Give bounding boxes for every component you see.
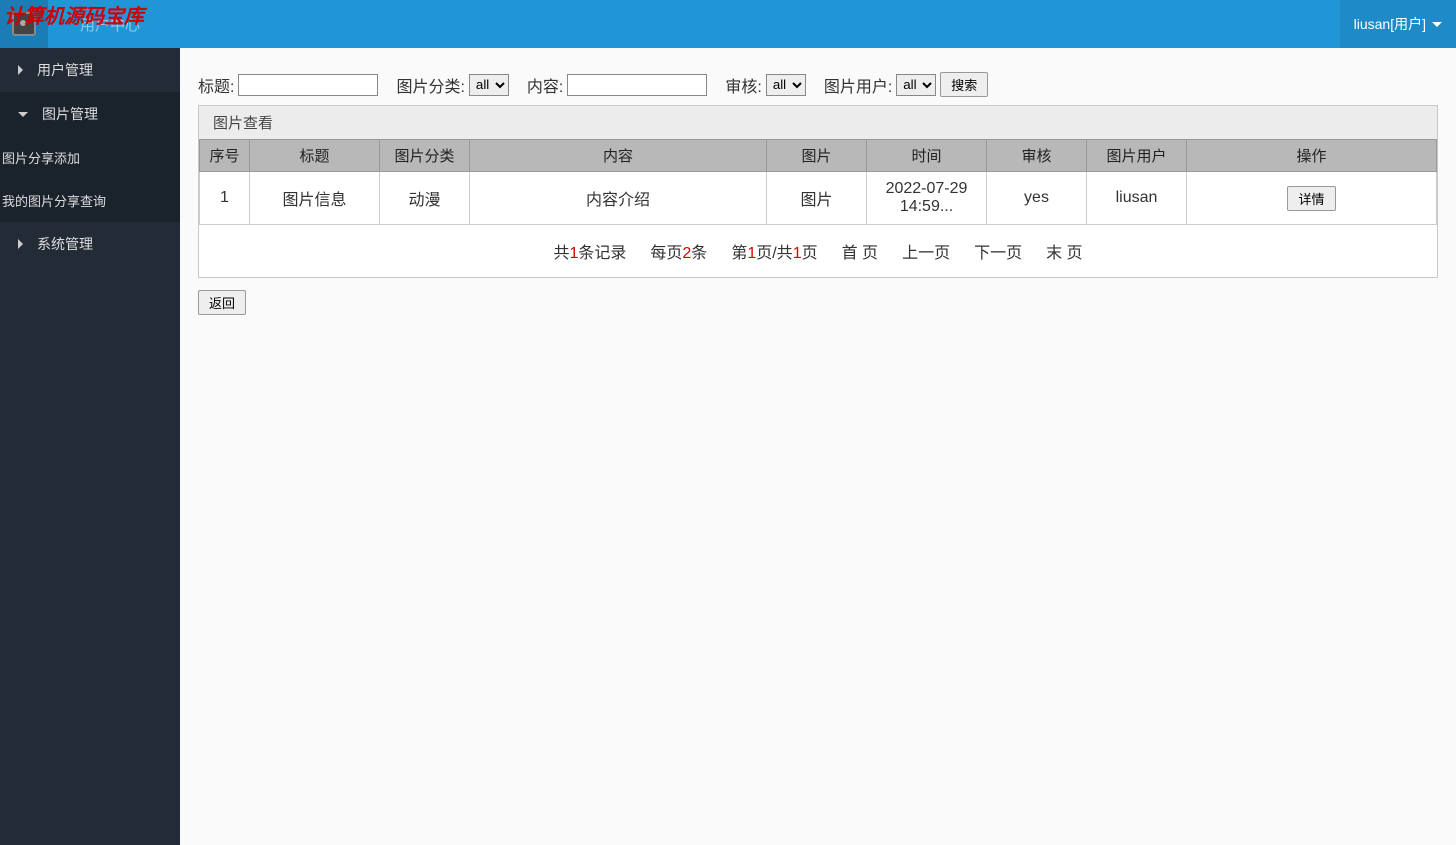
cell-user: liusan (1087, 172, 1187, 225)
detail-button[interactable]: 详情 (1287, 186, 1335, 211)
results-panel: 图片查看 序号 标题 图片分类 内容 图片 时间 审核 图片用户 操作 (198, 105, 1438, 278)
cell-action: 详情 (1187, 172, 1437, 225)
filter-user-label: 图片用户: (824, 73, 892, 97)
filter-title-label: 标题: (198, 73, 234, 97)
cell-category: 动漫 (380, 172, 470, 225)
sidebar-item-label: 用户管理 (37, 60, 93, 80)
sidebar-sub-image-query[interactable]: 我的图片分享查询 (0, 179, 180, 222)
sidebar-sub-image-add[interactable]: 图片分享添加 (0, 136, 180, 179)
pager-page: 第1页/共1页 (731, 239, 817, 263)
cell-image: 图片 (767, 172, 867, 225)
user-menu[interactable]: liusan[用户] (1340, 0, 1456, 48)
th-user: 图片用户 (1087, 140, 1187, 172)
pager-last[interactable]: 末 页 (1046, 239, 1082, 263)
th-category: 图片分类 (380, 140, 470, 172)
cell-audit: yes (987, 172, 1087, 225)
filter-bar: 标题: 图片分类: all 内容: 审核: all 图片用户: all 搜索 (198, 72, 1438, 97)
chevron-right-icon (18, 239, 23, 249)
logo-area: 用户中心 (0, 0, 48, 48)
filter-user-select[interactable]: all (896, 74, 936, 96)
sidebar-item-label: 图片管理 (42, 104, 98, 124)
filter-content-input[interactable] (567, 74, 707, 96)
sidebar-sub-label: 我的图片分享查询 (2, 194, 106, 209)
main-content: 标题: 图片分类: all 内容: 审核: all 图片用户: all 搜索 图… (180, 48, 1456, 845)
sidebar-item-image-mgmt[interactable]: 图片管理 (0, 92, 180, 136)
filter-audit-select[interactable]: all (766, 74, 806, 96)
th-time: 时间 (867, 140, 987, 172)
filter-title-input[interactable] (238, 74, 378, 96)
cell-seq: 1 (200, 172, 250, 225)
filter-audit-label: 审核: (725, 73, 761, 97)
chevron-down-icon (1432, 22, 1442, 27)
user-label: liusan[用户] (1354, 14, 1426, 34)
cell-title: 图片信息 (250, 172, 380, 225)
panel-title: 图片查看 (199, 106, 1437, 139)
topbar-title: 用户中心 (80, 14, 140, 35)
sidebar-item-system-mgmt[interactable]: 系统管理 (0, 222, 180, 266)
filter-category-select[interactable]: all (469, 74, 509, 96)
sidebar: 用户管理 图片管理 图片分享添加 我的图片分享查询 系统管理 (0, 48, 180, 845)
filter-content-label: 内容: (527, 73, 563, 97)
sidebar-item-label: 系统管理 (37, 234, 93, 254)
cell-time: 2022-07-29 14:59... (867, 172, 987, 225)
th-action: 操作 (1187, 140, 1437, 172)
results-table: 序号 标题 图片分类 内容 图片 时间 审核 图片用户 操作 1 图片信息 (199, 139, 1437, 225)
pager: 共1条记录 每页2条 第1页/共1页 首 页 上一页 下一页 末 页 (199, 225, 1437, 277)
pager-prev[interactable]: 上一页 (902, 239, 950, 263)
pager-total: 共1条记录 (553, 239, 626, 263)
pager-next[interactable]: 下一页 (974, 239, 1022, 263)
logo-button[interactable] (0, 0, 48, 48)
search-button[interactable]: 搜索 (940, 72, 988, 97)
filter-category-label: 图片分类: (396, 73, 464, 97)
topbar: 用户中心 liusan[用户] (0, 0, 1456, 48)
sidebar-item-user-mgmt[interactable]: 用户管理 (0, 48, 180, 92)
sidebar-sub-label: 图片分享添加 (2, 151, 80, 166)
cell-content: 内容介绍 (470, 172, 767, 225)
pager-first[interactable]: 首 页 (842, 239, 878, 263)
th-audit: 审核 (987, 140, 1087, 172)
th-title: 标题 (250, 140, 380, 172)
chevron-down-icon (18, 112, 28, 117)
th-image: 图片 (767, 140, 867, 172)
table-row: 1 图片信息 动漫 内容介绍 图片 2022-07-29 14:59... ye… (200, 172, 1437, 225)
th-seq: 序号 (200, 140, 250, 172)
pager-per: 每页2条 (650, 239, 707, 263)
th-content: 内容 (470, 140, 767, 172)
logo-icon (12, 12, 36, 36)
back-button[interactable]: 返回 (198, 290, 246, 315)
chevron-right-icon (18, 65, 23, 75)
